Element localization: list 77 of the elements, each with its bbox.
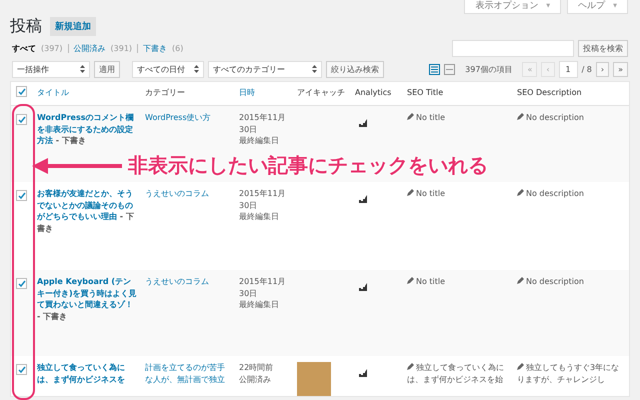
date-cell-text: 2015年11月 30日 最終編集日 bbox=[238, 276, 287, 311]
category-select[interactable]: すべてのカテゴリー bbox=[208, 60, 322, 78]
status-link[interactable]: すべて bbox=[12, 42, 36, 54]
seo-description-cell: No description bbox=[513, 276, 629, 288]
category-link[interactable]: WordPress使い方 bbox=[141, 112, 235, 124]
column-header: カテゴリー bbox=[144, 87, 186, 98]
pencil-icon bbox=[407, 277, 414, 284]
status-count: (397) bbox=[41, 44, 63, 52]
checkmark-icon bbox=[18, 192, 26, 200]
column-header[interactable]: 日時 bbox=[235, 84, 293, 98]
page-total: / 8 bbox=[582, 64, 592, 74]
add-new-button[interactable]: 新規追加 bbox=[50, 16, 96, 36]
date-select[interactable]: すべての日付 bbox=[132, 60, 204, 78]
pencil-icon bbox=[407, 189, 414, 196]
list-view-icon[interactable] bbox=[429, 64, 440, 74]
bulk-action-select[interactable]: 一括操作 bbox=[12, 60, 90, 78]
last-page-button[interactable]: » bbox=[613, 62, 628, 76]
column-header: SEO Description bbox=[516, 87, 583, 98]
checkmark-icon bbox=[18, 280, 26, 288]
select-arrows-icon bbox=[312, 65, 317, 73]
search-field[interactable] bbox=[452, 40, 574, 56]
post-title-link[interactable]: Apple Keyboard (テンキー付き)を買う時はよく見て買わないと間違えるゾ！ - 下書き bbox=[33, 276, 141, 322]
seo-title-cell: No title bbox=[403, 188, 513, 200]
seo-title-cell: No title bbox=[403, 112, 513, 124]
column-header: Analytics bbox=[354, 87, 392, 98]
apply-button[interactable]: 適用 bbox=[94, 60, 120, 78]
status-count: (391) bbox=[110, 44, 132, 52]
arrow-icon bbox=[32, 158, 122, 174]
filter-button[interactable]: 絞り込み検索 bbox=[326, 60, 384, 78]
page-title: 投稿 bbox=[10, 16, 42, 36]
bar-chart-icon bbox=[359, 119, 369, 127]
status-link[interactable]: 下書き bbox=[143, 42, 168, 54]
next-page-button[interactable]: › bbox=[596, 62, 610, 76]
pencil-icon bbox=[407, 113, 414, 120]
checkbox[interactable] bbox=[16, 190, 27, 201]
item-count: 397個の項目 bbox=[465, 64, 512, 74]
pencil-icon bbox=[517, 113, 524, 120]
checkmark-icon bbox=[18, 116, 26, 124]
checkmark-icon bbox=[18, 366, 26, 374]
seo-title-cell-text: 独立して食っていく為には、まず何かビジネスを始 bbox=[406, 362, 505, 386]
bar-chart-icon bbox=[359, 195, 369, 203]
column-header[interactable]: タイトル bbox=[33, 84, 141, 98]
pencil-icon bbox=[517, 189, 524, 196]
column-header: SEO Title bbox=[406, 87, 444, 98]
photo-placeholder bbox=[297, 362, 331, 396]
checkmark-icon bbox=[18, 88, 26, 96]
checkbox[interactable] bbox=[16, 278, 27, 289]
bar-chart-icon bbox=[359, 283, 369, 291]
seo-description-cell: No description bbox=[513, 188, 629, 200]
pencil-icon bbox=[517, 277, 524, 284]
post-title-link[interactable]: WordPressのコメント欄を非表示にするための設定方法 - 下書き bbox=[33, 112, 141, 147]
excerpt-view-icon[interactable] bbox=[444, 64, 456, 74]
date-cell-text: 2015年11月 30日 最終編集日 bbox=[238, 112, 287, 147]
annotation-text: 非表示にしたい記事にチェックをいれる bbox=[128, 152, 488, 179]
post-title-link[interactable]: お客様が友達だとか、そうでないとかの議論そのものがどちらでもいい理由 - 下書き bbox=[33, 188, 141, 234]
checkbox[interactable] bbox=[16, 364, 27, 375]
seo-description-cell: No description bbox=[513, 112, 629, 124]
date-cell-text: 22時間前 公開済み bbox=[238, 362, 274, 386]
bar-chart-icon bbox=[359, 369, 369, 377]
pencil-icon bbox=[517, 363, 524, 370]
seo-title-cell: No title bbox=[403, 276, 513, 288]
column-header: アイキャッチ bbox=[296, 87, 346, 98]
pencil-icon bbox=[407, 363, 414, 370]
search-button[interactable]: 投稿を検索 bbox=[578, 40, 628, 56]
checkbox[interactable] bbox=[16, 114, 27, 125]
post-title-link[interactable]: 独立して食っていく為には、まず何かビジネスを bbox=[33, 362, 141, 386]
date-cell-text: 2015年11月 30日 最終編集日 bbox=[238, 188, 287, 223]
category-link[interactable]: うえせいのコラム bbox=[141, 276, 235, 288]
status-link[interactable]: 公開済み bbox=[74, 42, 106, 54]
checkbox[interactable] bbox=[16, 86, 27, 97]
page-number-field[interactable]: 1 bbox=[558, 60, 578, 78]
category-link[interactable]: うえせいのコラム bbox=[141, 188, 235, 200]
select-arrows-icon bbox=[194, 65, 199, 73]
seo-description-cell-text: 独立してもうすぐ3年になりますが、チャレンジし bbox=[516, 362, 620, 386]
status-count: (6) bbox=[172, 44, 184, 52]
select-arrows-icon bbox=[80, 65, 85, 73]
category-link[interactable]: 計画を立てるのが苦手な人が、無計画で独立 bbox=[141, 362, 235, 386]
